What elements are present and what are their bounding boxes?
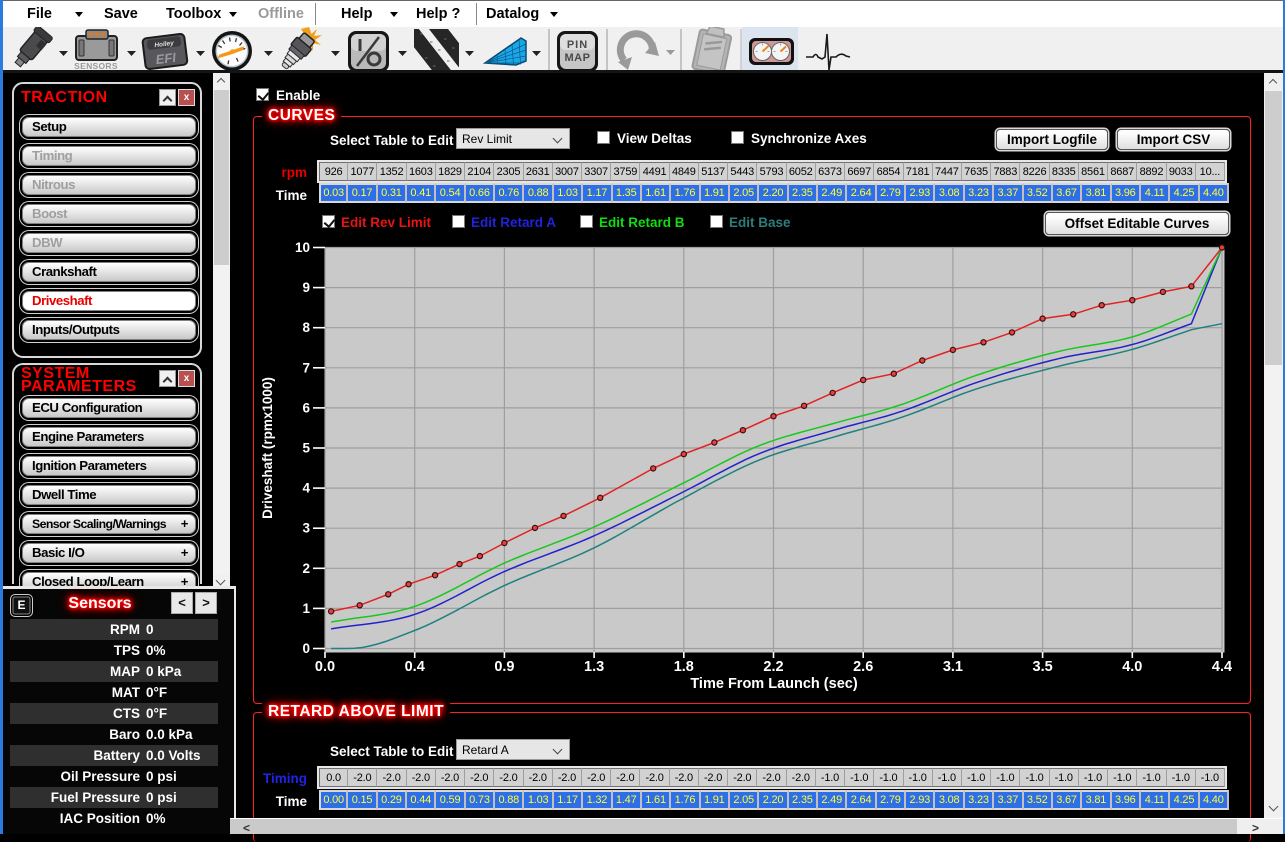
svg-text:2.2: 2.2 xyxy=(763,659,783,675)
svg-text:7: 7 xyxy=(302,360,310,375)
svg-text:1: 1 xyxy=(302,601,310,616)
svg-text:2.6: 2.6 xyxy=(853,659,873,675)
svg-text:3.1: 3.1 xyxy=(943,659,963,675)
svg-text:Time From Launch (sec): Time From Launch (sec) xyxy=(690,676,857,692)
svg-text:5: 5 xyxy=(302,441,310,456)
svg-text:2: 2 xyxy=(302,561,310,576)
svg-text:4: 4 xyxy=(302,481,310,496)
svg-text:1.3: 1.3 xyxy=(584,659,604,675)
svg-text:3.5: 3.5 xyxy=(1033,659,1053,675)
svg-text:9: 9 xyxy=(302,280,310,295)
svg-text:6: 6 xyxy=(302,400,310,415)
svg-text:4.4: 4.4 xyxy=(1212,659,1232,675)
svg-text:0.4: 0.4 xyxy=(405,659,425,675)
svg-text:Driveshaft (rpmx1000): Driveshaft (rpmx1000) xyxy=(260,377,275,519)
svg-text:0.0: 0.0 xyxy=(315,659,335,675)
svg-text:3: 3 xyxy=(302,521,310,536)
svg-text:1.8: 1.8 xyxy=(674,659,694,675)
svg-text:10: 10 xyxy=(295,240,310,255)
svg-text:0.9: 0.9 xyxy=(494,659,514,675)
svg-text:0: 0 xyxy=(302,641,310,656)
svg-text:4.0: 4.0 xyxy=(1122,659,1142,675)
svg-text:8: 8 xyxy=(302,320,310,335)
